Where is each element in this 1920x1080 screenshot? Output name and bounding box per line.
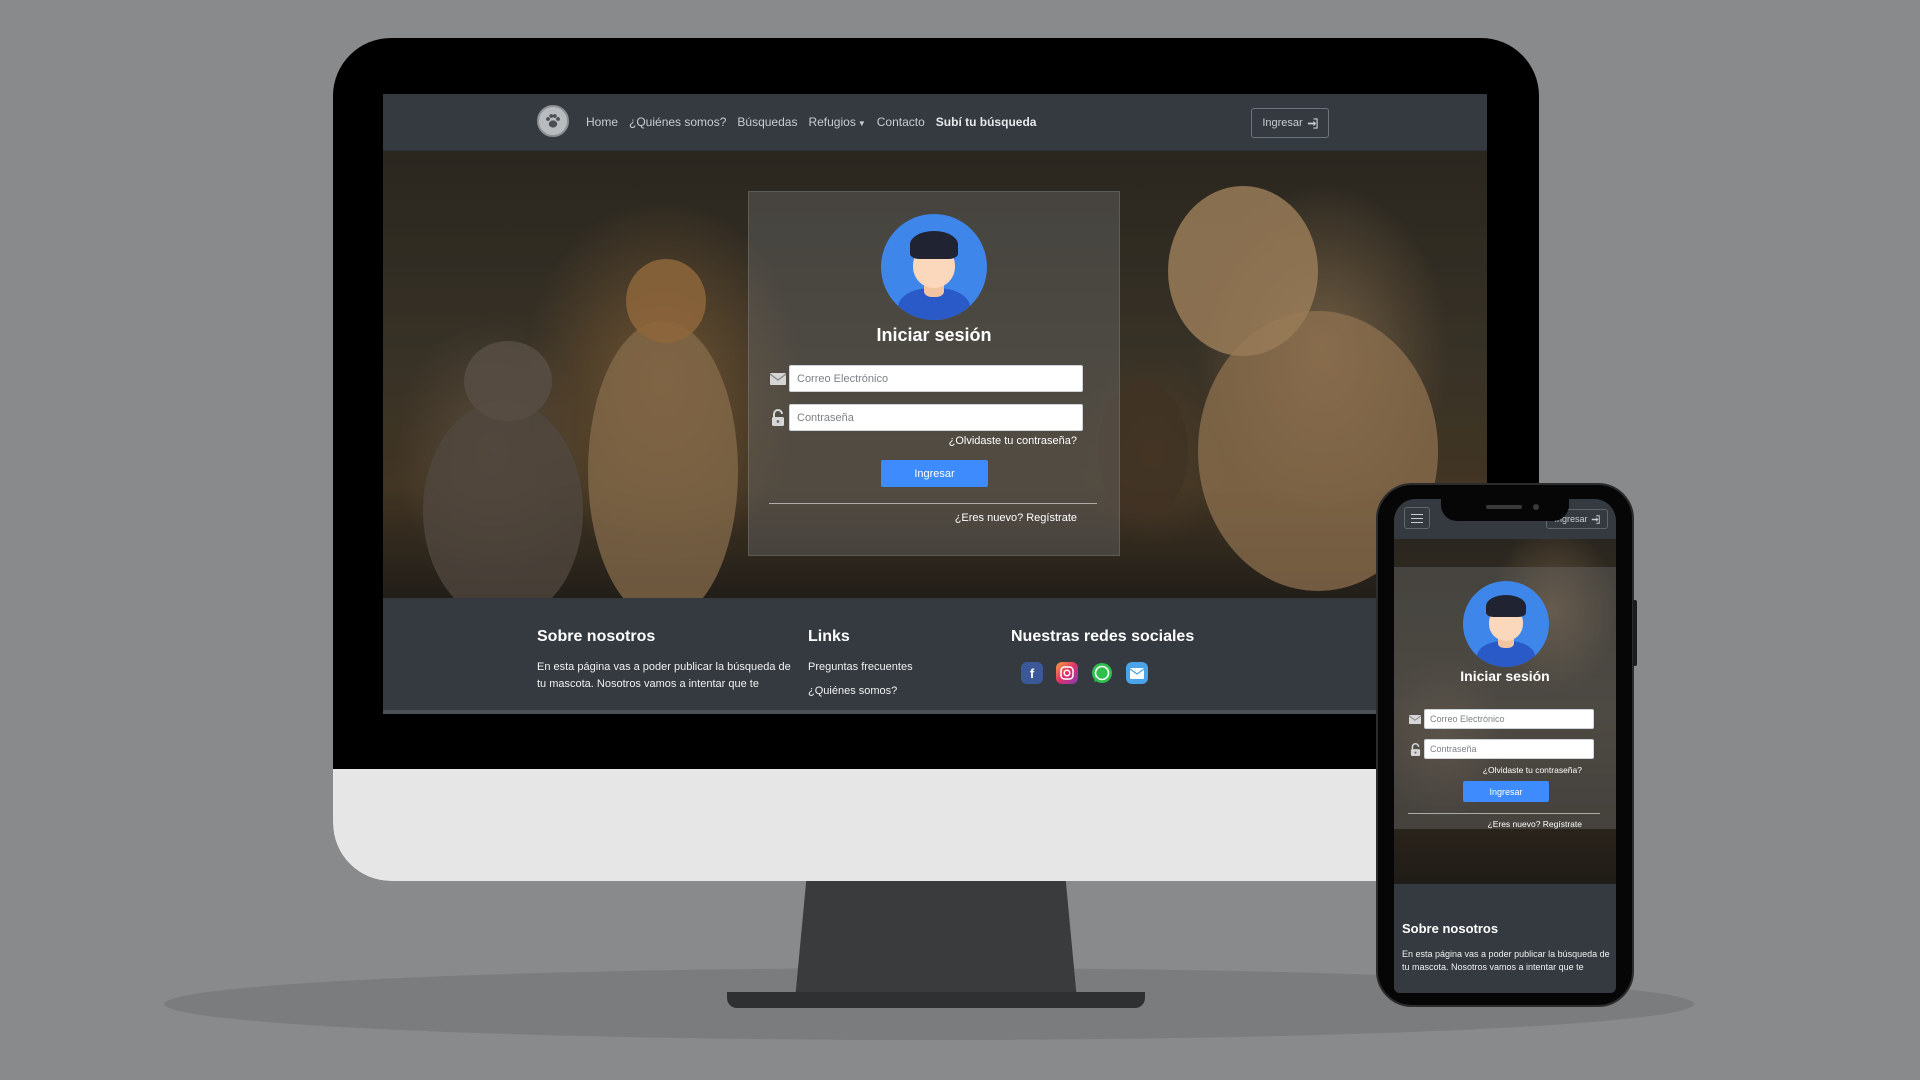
nav-link-busquedas[interactable]: Búsquedas [737, 115, 797, 129]
navbar: Home ¿Quiénes somos? Búsquedas Refugios ▼… [383, 94, 1487, 151]
mobile-register-link[interactable]: ¿Eres nuevo? Regístrate [1488, 819, 1583, 829]
email-field[interactable]: Correo Electrónico [789, 365, 1083, 392]
whatsapp-icon[interactable] [1091, 662, 1113, 684]
login-title: Iniciar sesión [876, 325, 992, 345]
sign-in-icon [1307, 117, 1318, 129]
mobile-hero: Iniciar sesión Correo Electrónico Contra… [1394, 539, 1616, 884]
unlock-icon [769, 409, 787, 426]
mobile-user-avatar-icon [1463, 581, 1549, 667]
mobile-login-card: Iniciar sesión Correo Electrónico Contra… [1394, 567, 1616, 829]
phone-side-button [1633, 600, 1637, 666]
register-link[interactable]: ¿Eres nuevo? Regístrate [955, 512, 1077, 524]
envelope-icon [769, 372, 787, 385]
mobile-footer: Sobre nosotros En esta página vas a pode… [1394, 884, 1616, 993]
caret-down-icon: ▼ [857, 119, 866, 128]
nav-link-subi-tu-busqueda[interactable]: Subí tu búsqueda [936, 115, 1037, 129]
phone-speaker [1486, 505, 1522, 509]
facebook-icon[interactable]: f [1021, 662, 1043, 684]
screen-bottom-edge [383, 710, 1487, 714]
login-button-label: Ingresar [1262, 117, 1303, 129]
mobile-forgot-password-link[interactable]: ¿Olvidaste tu contraseña? [1483, 765, 1582, 775]
nav-link-home[interactable]: Home [586, 115, 618, 129]
nav-links: Home ¿Quiénes somos? Búsquedas Refugios ▼… [586, 94, 1036, 150]
nav-dropdown-refugios[interactable]: Refugios ▼ [808, 115, 865, 129]
hamburger-menu-icon[interactable] [1404, 507, 1430, 529]
login-button[interactable]: Ingresar [1251, 108, 1329, 138]
phone-camera [1533, 504, 1539, 510]
footer-links-title: Links [808, 628, 850, 645]
mobile-password-field[interactable]: Contraseña [1424, 739, 1594, 759]
paw-logo-icon[interactable] [537, 105, 569, 137]
footer: Sobre nosotros En esta página vas a pode… [383, 598, 1487, 714]
footer-social-title: Nuestras redes sociales [1011, 628, 1195, 645]
nav-link-contacto[interactable]: Contacto [877, 115, 925, 129]
envelope-icon [1408, 714, 1422, 724]
phone-screen: Ingresar Iniciar sesión Correo Electróni… [1394, 499, 1616, 993]
email-icon[interactable] [1126, 662, 1148, 684]
card-divider [769, 503, 1097, 504]
email-row: Correo Electrónico [769, 365, 1083, 392]
mobile-footer-about-title: Sobre nosotros [1402, 921, 1499, 936]
forgot-password-link[interactable]: ¿Olvidaste tu contraseña? [949, 435, 1077, 447]
login-card: Iniciar sesión Correo Electrónico Contra… [748, 191, 1120, 556]
phone-device: Ingresar Iniciar sesión Correo Electróni… [1376, 483, 1634, 1007]
nav-dropdown-refugios-label: Refugios [808, 115, 856, 129]
submit-login-button[interactable]: Ingresar [881, 460, 988, 487]
footer-links: Links Preguntas frecuentes ¿Quiénes somo… [808, 628, 968, 703]
desktop-screen: Home ¿Quiénes somos? Búsquedas Refugios ▼… [383, 94, 1487, 714]
hero-background: Iniciar sesión Correo Electrónico Contra… [383, 151, 1487, 598]
footer-link-quienes-somos[interactable]: ¿Quiénes somos? [808, 679, 968, 703]
monitor-stand-base [727, 992, 1145, 1008]
social-icons: f [1021, 662, 1251, 684]
mobile-card-divider [1408, 813, 1600, 814]
phone-notch [1441, 499, 1569, 521]
mobile-login-title: Iniciar sesión [1460, 668, 1550, 684]
mobile-submit-login-button[interactable]: Ingresar [1463, 781, 1549, 802]
monitor-chin [333, 769, 1539, 881]
password-field[interactable]: Contraseña [789, 404, 1083, 431]
sign-in-icon [1591, 514, 1600, 524]
footer-about-text: En esta página vas a poder publicar la b… [537, 661, 791, 690]
unlock-icon [1408, 742, 1422, 756]
mobile-email-row: Correo Electrónico [1408, 709, 1594, 729]
user-avatar-icon [881, 214, 987, 320]
nav-link-quienes-somos[interactable]: ¿Quiénes somos? [629, 115, 726, 129]
footer-about: Sobre nosotros En esta página vas a pode… [537, 628, 792, 693]
password-row: Contraseña [769, 404, 1083, 431]
mobile-footer-about-text: En esta página vas a poder publicar la b… [1402, 949, 1610, 972]
instagram-icon[interactable] [1056, 662, 1078, 684]
footer-about-title: Sobre nosotros [537, 628, 656, 645]
monitor-stand [795, 880, 1077, 1000]
footer-link-faq[interactable]: Preguntas frecuentes [808, 655, 968, 679]
footer-social: Nuestras redes sociales f [1011, 628, 1251, 684]
mobile-password-row: Contraseña [1408, 739, 1594, 759]
mobile-email-field[interactable]: Correo Electrónico [1424, 709, 1594, 729]
desktop-monitor: Home ¿Quiénes somos? Búsquedas Refugios ▼… [333, 38, 1539, 881]
